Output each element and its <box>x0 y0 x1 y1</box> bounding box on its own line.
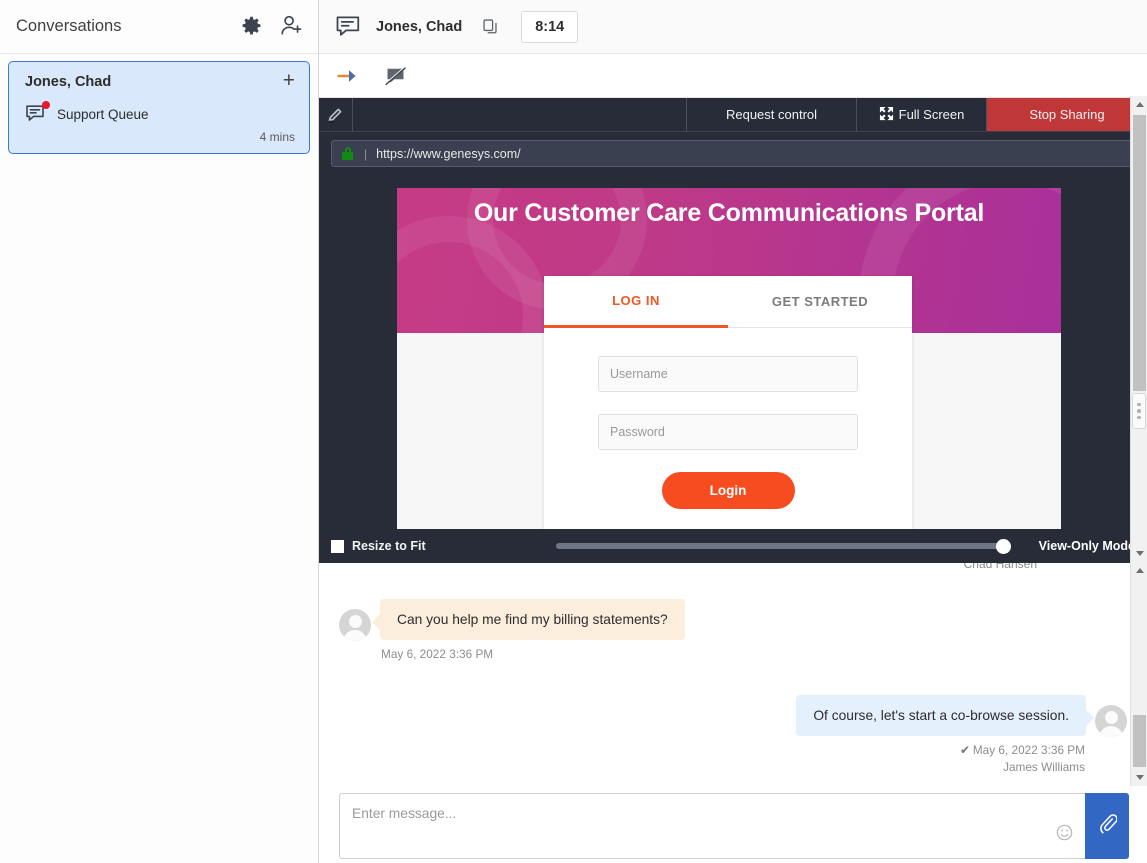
password-input[interactable]: Password <box>598 414 858 450</box>
conversation-queue-label: Support Queue <box>57 107 149 122</box>
full-screen-icon <box>879 106 894 124</box>
app-root: Conversations Jones, Chad + <box>0 0 1147 863</box>
header-contact-name: Jones, Chad <box>376 19 462 35</box>
conversation-card-jones-chad[interactable]: Jones, Chad + Support Queue 4 mins <box>8 61 310 154</box>
message-timestamp-text: May 6, 2022 3:36 PM <box>973 743 1085 757</box>
emoji-icon[interactable] <box>1056 824 1073 846</box>
annotate-pencil-icon[interactable] <box>319 98 353 131</box>
cobrowse-viewport: Our Customer Care Communications Portal … <box>319 167 1147 529</box>
cobrowse-footer: Resize to Fit View-Only Mode <box>319 529 1147 563</box>
cobrowse-panel: Request control Full Screen Stop Sha <box>319 98 1147 563</box>
shared-page: Our Customer Care Communications Portal … <box>397 188 1061 529</box>
message-bubble: Can you help me find my billing statemen… <box>380 599 685 640</box>
attach-file-button[interactable] <box>1085 793 1129 859</box>
cobrowse-url-text: https://www.genesys.com/ <box>376 147 521 161</box>
sidebar-header-actions <box>240 14 304 39</box>
shared-page-title: Our Customer Care Communications Portal <box>397 188 1061 228</box>
message-body: Can you help me find my billing statemen… <box>371 599 685 661</box>
login-button[interactable]: Login <box>662 472 795 509</box>
delivered-check-icon: ✔ <box>960 743 970 757</box>
conversations-sidebar: Conversations Jones, Chad + <box>0 0 319 863</box>
message-input[interactable]: Enter message... <box>339 793 1085 859</box>
conversation-card-top: Jones, Chad + <box>25 74 295 90</box>
paperclip-icon <box>1098 813 1117 839</box>
request-control-label: Request control <box>726 107 817 122</box>
cobrowse-scrollbar[interactable] <box>1130 96 1147 562</box>
login-card: LOG IN GET STARTED Username Password Log… <box>544 276 912 529</box>
message-timestamp: ✔May 6, 2022 3:36 PM <box>796 743 1095 757</box>
conversation-card-queue-row: Support Queue <box>25 103 295 125</box>
message-input-placeholder: Enter message... <box>352 806 456 821</box>
transfer-arrow-icon[interactable] <box>337 68 359 84</box>
add-person-icon[interactable] <box>279 14 304 39</box>
message-body: Of course, let's start a co-browse sessi… <box>796 695 1095 774</box>
conversation-contact-name: Jones, Chad <box>25 74 283 90</box>
zoom-slider-knob[interactable] <box>996 539 1011 554</box>
previous-message-sender: Chad Hansen <box>964 563 1037 571</box>
conversation-elapsed-time: 4 mins <box>260 130 295 144</box>
avatar <box>339 609 371 641</box>
panel-resize-grip[interactable] <box>1132 393 1146 429</box>
gear-icon[interactable] <box>240 15 263 38</box>
message-timestamp: May 6, 2022 3:36 PM <box>371 647 685 661</box>
url-separator: | <box>364 147 367 161</box>
tab-log-in[interactable]: LOG IN <box>544 276 728 328</box>
zoom-slider[interactable] <box>556 537 1011 555</box>
username-input[interactable]: Username <box>598 356 858 392</box>
avatar <box>1095 705 1127 737</box>
scroll-down-arrow[interactable] <box>1131 545 1147 562</box>
interaction-pane: Jones, Chad 8:14 <box>319 0 1147 863</box>
login-form: Username Password Login <box>544 328 912 509</box>
resize-to-fit-label: Resize to Fit <box>352 539 426 553</box>
scrollbar-thumb[interactable] <box>1133 715 1146 767</box>
tab-get-started[interactable]: GET STARTED <box>728 276 912 328</box>
zoom-slider-track <box>556 543 1011 549</box>
copy-icon[interactable] <box>482 18 499 35</box>
cobrowse-toolbar-spacer <box>353 98 687 131</box>
request-control-button[interactable]: Request control <box>687 98 857 131</box>
message-composer: Enter message... <box>319 781 1147 863</box>
stop-sharing-button[interactable]: Stop Sharing <box>987 98 1147 131</box>
chat-icon <box>335 15 362 39</box>
resize-to-fit-checkbox[interactable] <box>331 540 344 553</box>
interaction-header: Jones, Chad 8:14 <box>319 0 1147 54</box>
login-tabs: LOG IN GET STARTED <box>544 276 912 328</box>
view-only-mode-label: View-Only Mode <box>1039 539 1135 553</box>
chat-message-icon <box>25 103 49 125</box>
unread-indicator-dot <box>42 101 50 109</box>
scroll-up-arrow[interactable] <box>1131 562 1147 579</box>
sidebar-header: Conversations <box>0 0 318 54</box>
lock-icon <box>342 147 353 160</box>
transcript-scrollbar[interactable] <box>1130 562 1147 786</box>
full-screen-label: Full Screen <box>899 107 965 122</box>
conversation-add-button[interactable]: + <box>283 74 295 87</box>
cobrowse-url-bar[interactable]: | https://www.genesys.com/ <box>331 140 1135 167</box>
cobrowse-toolbar: Request control Full Screen Stop Sha <box>319 98 1147 132</box>
page-title: Conversations <box>16 17 240 36</box>
scroll-down-arrow[interactable] <box>1131 769 1147 786</box>
full-screen-button[interactable]: Full Screen <box>857 98 987 131</box>
chat-transcript: Chad Hansen Can you help me find my bill… <box>319 563 1147 781</box>
interaction-timer: 8:14 <box>521 11 578 43</box>
stop-sharing-label: Stop Sharing <box>1029 107 1104 122</box>
interaction-actionbar <box>319 54 1147 98</box>
chat-message-outbound: Of course, let's start a co-browse sessi… <box>319 695 1147 774</box>
mute-notifications-icon[interactable] <box>385 66 407 86</box>
message-bubble: Of course, let's start a co-browse sessi… <box>796 695 1086 736</box>
chat-message-inbound: Can you help me find my billing statemen… <box>319 599 1147 661</box>
scroll-up-arrow[interactable] <box>1131 96 1147 113</box>
scrollbar-thumb[interactable] <box>1133 115 1146 391</box>
message-sender-name: James Williams <box>796 760 1095 774</box>
